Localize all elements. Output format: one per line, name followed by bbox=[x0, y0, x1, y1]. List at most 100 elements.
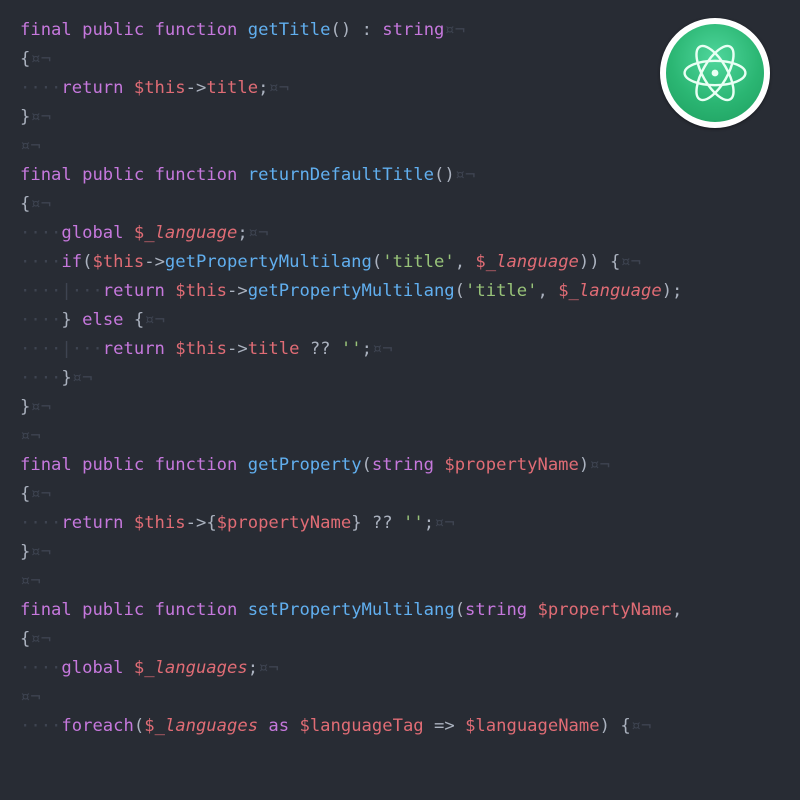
code-line[interactable]: {¤¬ bbox=[0, 190, 800, 219]
token-kw: final bbox=[20, 455, 72, 475]
token-inv bbox=[465, 252, 475, 272]
token-pun: ); bbox=[662, 281, 683, 301]
token-pun: ( bbox=[362, 455, 372, 475]
token-pun: ( bbox=[372, 252, 382, 272]
token-pun: ; bbox=[237, 223, 247, 243]
token-inv: ¤¬ bbox=[30, 397, 51, 417]
token-varu: _language bbox=[144, 223, 237, 243]
token-inv: ···· bbox=[20, 252, 61, 272]
token-kw: return bbox=[103, 281, 165, 301]
token-kw: return bbox=[61, 78, 123, 98]
token-var: $this bbox=[134, 513, 186, 533]
token-inv bbox=[455, 716, 465, 736]
token-inv bbox=[393, 513, 403, 533]
token-inv bbox=[258, 716, 268, 736]
token-inv bbox=[124, 78, 134, 98]
token-var: $this bbox=[175, 281, 227, 301]
code-line[interactable]: ¤¬ bbox=[0, 683, 800, 712]
code-line[interactable]: ····global $_language;¤¬ bbox=[0, 219, 800, 248]
token-inv bbox=[144, 165, 154, 185]
token-fn: getTitle bbox=[248, 20, 331, 40]
token-brace: } bbox=[61, 368, 71, 388]
token-str: 'title' bbox=[382, 252, 454, 272]
token-inv: ···· bbox=[20, 513, 61, 533]
token-fn: getPropertyMultilang bbox=[165, 252, 372, 272]
token-inv: ¤¬ bbox=[631, 716, 652, 736]
token-inv: ¤¬ bbox=[455, 165, 476, 185]
token-var: $languageTag bbox=[299, 716, 423, 736]
token-inv bbox=[144, 600, 154, 620]
token-varu: _languages bbox=[144, 658, 247, 678]
token-inv: ¤¬ bbox=[589, 455, 610, 475]
token-inv bbox=[124, 310, 134, 330]
token-inv bbox=[124, 513, 134, 533]
token-varu: _language bbox=[486, 252, 579, 272]
code-line[interactable]: ····|···return $this->getPropertyMultila… bbox=[0, 277, 800, 306]
token-brace: { bbox=[610, 252, 620, 272]
token-var: $ bbox=[134, 658, 144, 678]
token-pun: : bbox=[362, 20, 372, 40]
token-inv bbox=[527, 600, 537, 620]
code-line[interactable]: {¤¬ bbox=[0, 480, 800, 509]
code-line[interactable]: final public function returnDefaultTitle… bbox=[0, 161, 800, 190]
token-inv: ¤¬ bbox=[30, 194, 51, 214]
token-pun: , bbox=[537, 281, 547, 301]
token-var: $this bbox=[175, 339, 227, 359]
code-line[interactable]: ····} else {¤¬ bbox=[0, 306, 800, 335]
token-str: '' bbox=[403, 513, 424, 533]
token-var: $languageName bbox=[465, 716, 600, 736]
token-type: string bbox=[465, 600, 527, 620]
code-line[interactable]: final public function getProperty(string… bbox=[0, 451, 800, 480]
token-inv: ¤¬ bbox=[248, 223, 269, 243]
token-inv bbox=[72, 20, 82, 40]
token-kw: public bbox=[82, 600, 144, 620]
token-kw: function bbox=[155, 600, 238, 620]
token-inv bbox=[165, 281, 175, 301]
code-line[interactable]: ····}¤¬ bbox=[0, 364, 800, 393]
code-line[interactable]: ····global $_languages;¤¬ bbox=[0, 654, 800, 683]
token-pun: ) bbox=[600, 716, 610, 736]
token-pun: { bbox=[206, 513, 216, 533]
token-arrow: -> bbox=[186, 513, 207, 533]
code-editor[interactable]: final public function getTitle () : strin… bbox=[0, 0, 800, 800]
code-line[interactable]: ····|···return $this->title ?? '';¤¬ bbox=[0, 335, 800, 364]
token-inv: ¤¬ bbox=[434, 513, 455, 533]
token-inv bbox=[610, 716, 620, 736]
token-inv: ···· bbox=[20, 368, 61, 388]
token-pun: } bbox=[351, 513, 361, 533]
token-inv: ¤¬ bbox=[30, 484, 51, 504]
token-pun: () bbox=[434, 165, 455, 185]
code-line[interactable]: }¤¬ bbox=[0, 393, 800, 422]
token-arrow: -> bbox=[227, 339, 248, 359]
token-inv bbox=[548, 281, 558, 301]
token-inv bbox=[237, 600, 247, 620]
token-brace: } bbox=[20, 107, 30, 127]
token-fn: getProperty bbox=[248, 455, 362, 475]
token-type: string bbox=[382, 20, 444, 40]
token-kw: else bbox=[82, 310, 123, 330]
token-kw: if bbox=[61, 252, 82, 272]
token-inv: ¤¬ bbox=[620, 252, 641, 272]
token-kw: public bbox=[82, 20, 144, 40]
token-var: $ bbox=[144, 716, 154, 736]
token-arrow: -> bbox=[144, 252, 165, 272]
code-line[interactable]: {¤¬ bbox=[0, 625, 800, 654]
code-line[interactable]: ····if($this->getPropertyMultilang('titl… bbox=[0, 248, 800, 277]
code-line[interactable]: ····foreach($_languages as $languageTag … bbox=[0, 712, 800, 741]
code-line[interactable]: ¤¬ bbox=[0, 132, 800, 161]
token-brace: { bbox=[134, 310, 144, 330]
code-line[interactable]: ¤¬ bbox=[0, 567, 800, 596]
code-line[interactable]: final public function setPropertyMultila… bbox=[0, 596, 800, 625]
token-pun: ; bbox=[248, 658, 258, 678]
code-line[interactable]: }¤¬ bbox=[0, 538, 800, 567]
token-varu: _language bbox=[569, 281, 662, 301]
token-kw: public bbox=[82, 165, 144, 185]
token-var: $propertyName bbox=[217, 513, 352, 533]
token-inv: ¤¬ bbox=[30, 49, 51, 69]
token-inv bbox=[237, 20, 247, 40]
code-line[interactable]: ¤¬ bbox=[0, 422, 800, 451]
token-inv bbox=[165, 339, 175, 359]
token-kw: global bbox=[61, 658, 123, 678]
code-line[interactable]: ····return $this->{$propertyName} ?? '';… bbox=[0, 509, 800, 538]
token-inv: ¤¬ bbox=[20, 687, 41, 707]
